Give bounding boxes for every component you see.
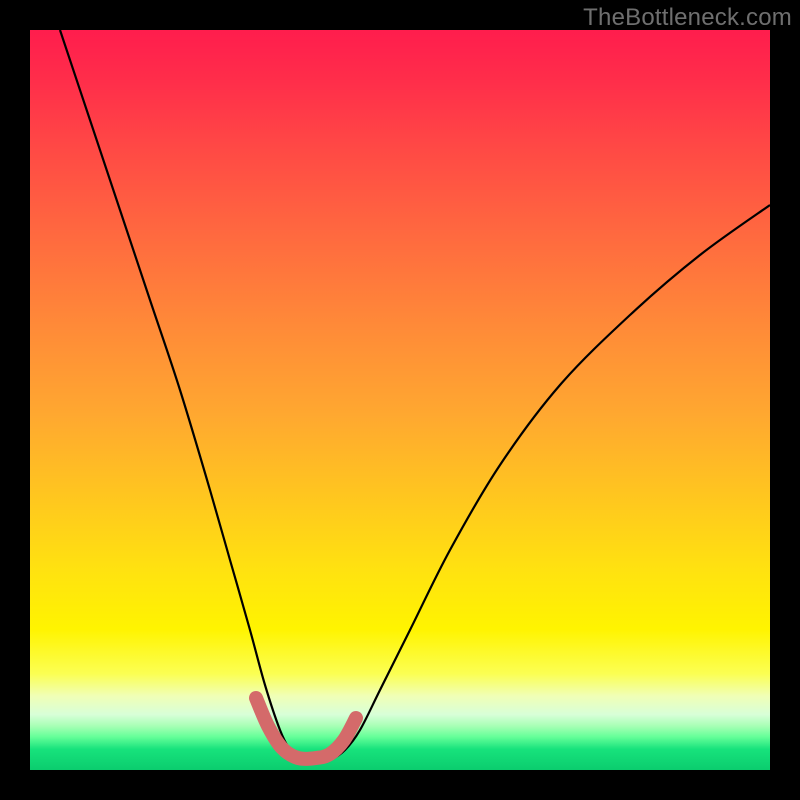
curve-layer bbox=[30, 30, 770, 770]
watermark-text: TheBottleneck.com bbox=[583, 4, 792, 32]
plot-area bbox=[30, 30, 770, 770]
chart-frame: TheBottleneck.com bbox=[0, 0, 800, 800]
bottleneck-curve bbox=[60, 30, 770, 763]
